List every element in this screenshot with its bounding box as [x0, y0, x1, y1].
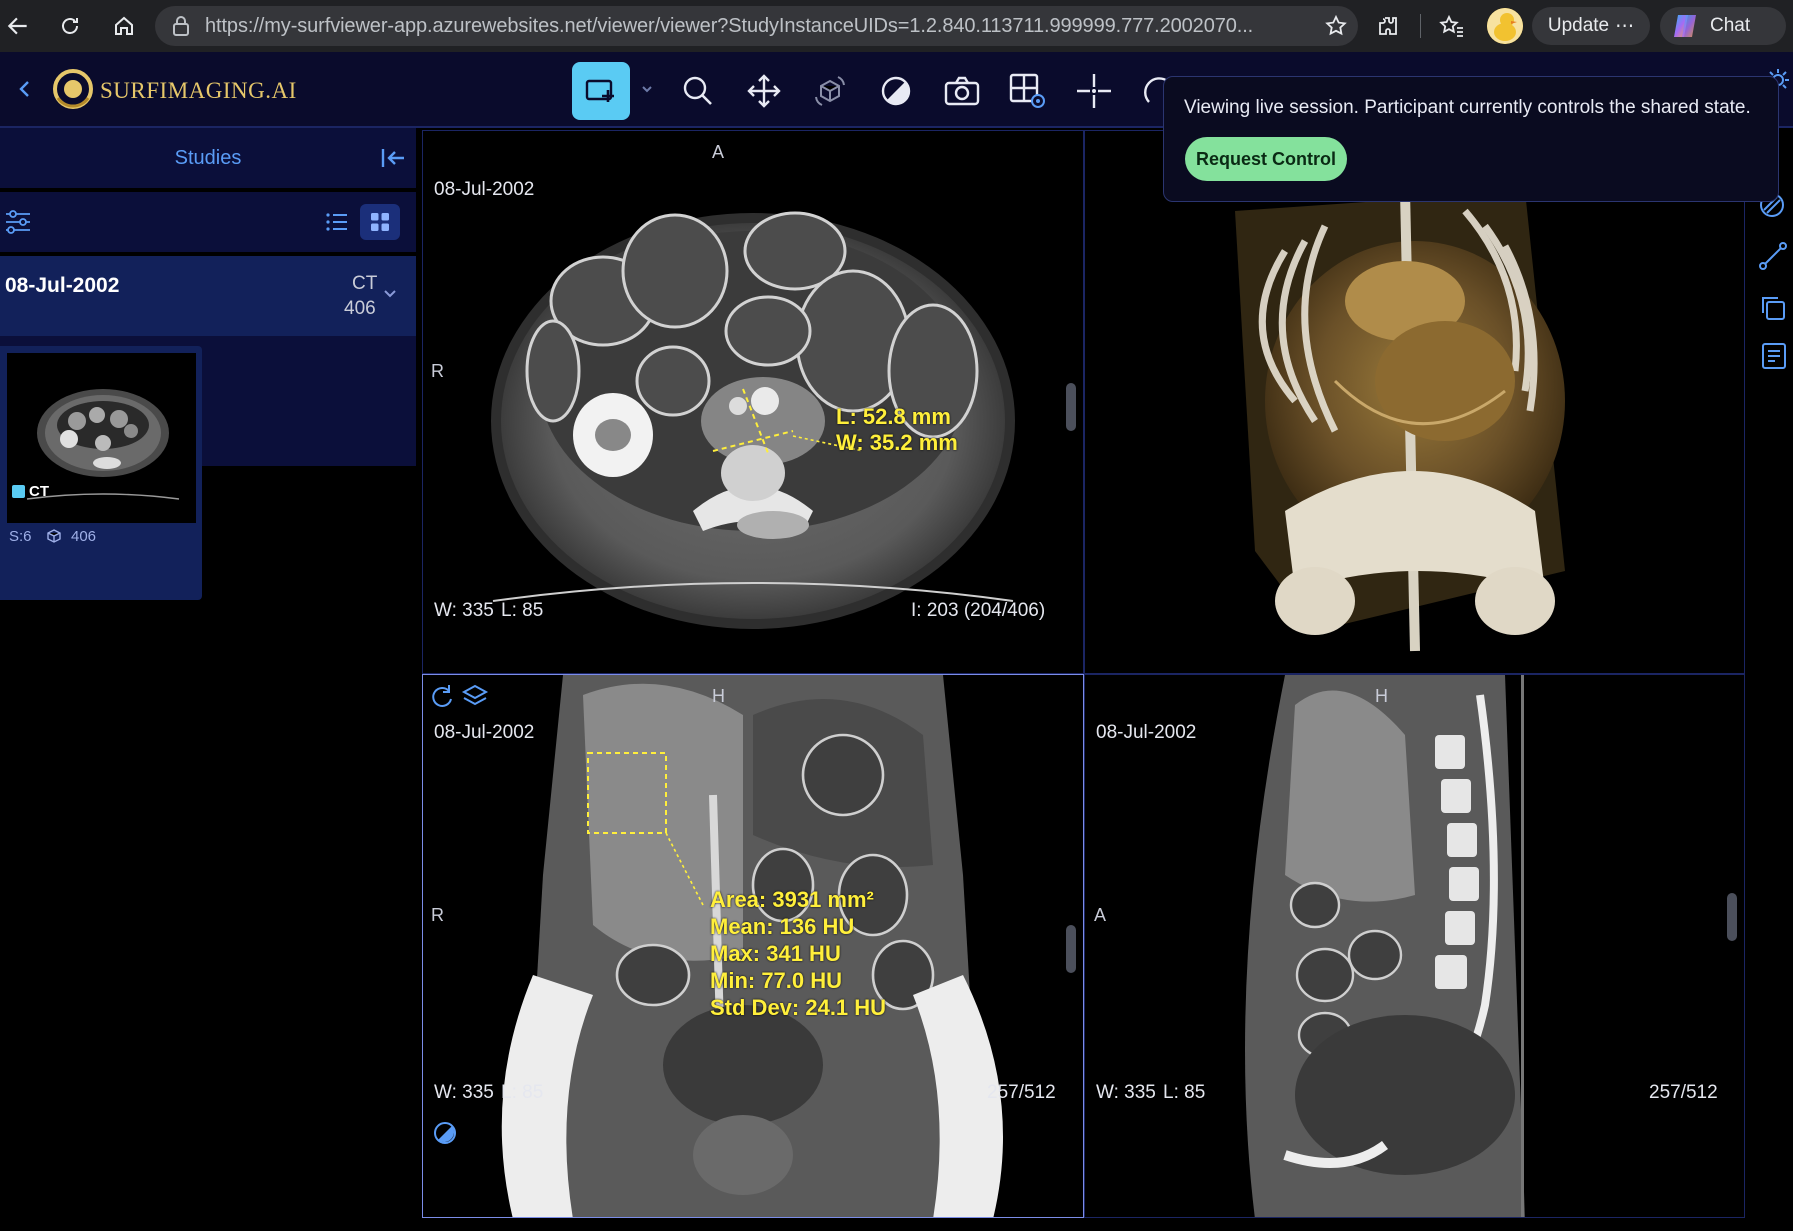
copilot-icon: [1670, 11, 1700, 41]
home-icon[interactable]: [108, 10, 140, 42]
filter-sliders-icon[interactable]: [4, 208, 32, 236]
update-button[interactable]: Update ⋯: [1532, 7, 1650, 45]
axial-length-measurement: L: 52.8 mm: [836, 404, 951, 429]
collapse-panel-icon[interactable]: [380, 146, 406, 170]
toolbar-divider: [1420, 14, 1421, 38]
layers-icon[interactable]: [461, 683, 489, 711]
sync-rotate-icon[interactable]: [429, 683, 457, 711]
chat-button[interactable]: Chat: [1660, 7, 1786, 45]
sagittal-left-orientation: A: [1094, 905, 1107, 925]
studies-header: Studies: [0, 128, 416, 188]
measurement-tool-button[interactable]: [572, 62, 630, 120]
grid-view-icon[interactable]: [360, 204, 400, 240]
studies-title: Studies: [174, 146, 242, 169]
window-level-icon[interactable]: [433, 1121, 457, 1145]
study-date: 08-Jul-2002: [5, 274, 120, 297]
modality-color-swatch: [12, 485, 25, 498]
sagittal-window-level: L: 85: [1163, 1082, 1206, 1103]
browser-toolbar: https://my-surfviewer-app.azurewebsites.…: [0, 0, 1793, 52]
coronal-left-orientation: R: [431, 905, 444, 925]
roi-area: Area: 3931 mm²: [710, 887, 874, 912]
cube-icon: [47, 529, 61, 543]
crosshair-icon[interactable]: [1065, 62, 1123, 120]
pan-tool-button[interactable]: [735, 62, 793, 120]
zoom-tool-button[interactable]: [669, 62, 727, 120]
coronal-slice-index: 257/512: [987, 1082, 1056, 1103]
reload-icon[interactable]: [54, 10, 86, 42]
list-view-icon[interactable]: [318, 204, 356, 240]
series-modality: CT: [29, 483, 49, 500]
favorites-icon[interactable]: [1436, 10, 1468, 42]
right-toolbar: [1747, 128, 1793, 1231]
axial-scrollbar[interactable]: [1066, 383, 1076, 431]
coronal-scrollbar[interactable]: [1066, 925, 1076, 973]
live-session-toast: Viewing live session. Participant curren…: [1163, 76, 1779, 202]
study-row[interactable]: 08-Jul-2002 CT 406: [0, 256, 416, 336]
viewport-grid: A R 08-Jul-2002 L: 52.8 mm W: 35.2 mm W:…: [420, 128, 1747, 1231]
chat-label: Chat: [1710, 15, 1751, 36]
copy-icon[interactable]: [1759, 294, 1787, 322]
line-tool-icon[interactable]: [1759, 242, 1787, 270]
roi-min: Min: 77.0 HU: [710, 968, 843, 993]
series-thumbnail[interactable]: CT: [7, 353, 196, 523]
axial-top-orientation: A: [712, 142, 725, 162]
roi-mean: Mean: 136 HU: [710, 914, 855, 939]
star-icon[interactable]: [1320, 10, 1352, 42]
url-text: https://my-surfviewer-app.azurewebsites.…: [205, 14, 1254, 37]
sagittal-scrollbar[interactable]: [1727, 893, 1737, 941]
sagittal-viewport[interactable]: H A 08-Jul-2002 W: 335 L: 85 257/512: [1084, 674, 1745, 1218]
axial-window-level: L: 85: [501, 600, 544, 621]
extensions-icon[interactable]: [1372, 10, 1404, 42]
layout-settings-icon[interactable]: [999, 62, 1057, 120]
axial-viewport[interactable]: A R 08-Jul-2002 L: 52.8 mm W: 35.2 mm W:…: [422, 130, 1084, 674]
chevron-left-icon[interactable]: [14, 74, 34, 104]
brand-name: SURFIMAGING.AI: [100, 78, 297, 103]
coronal-window-level: L: 85: [501, 1082, 544, 1103]
sagittal-top-orientation: H: [1375, 686, 1388, 706]
live-session-message: Viewing live session. Participant curren…: [1184, 97, 1751, 118]
roi-max: Max: 341 HU: [710, 941, 841, 966]
request-control-button[interactable]: Request Control: [1185, 137, 1347, 181]
coronal-top-orientation: H: [712, 686, 725, 706]
series-instance-count: 406: [71, 528, 97, 545]
coronal-study-date: 08-Jul-2002: [434, 722, 535, 743]
roi-std-dev: Std Dev: 24.1 HU: [710, 995, 887, 1020]
surfimaging-logo-icon: [52, 68, 94, 110]
profile-avatar[interactable]: [1487, 8, 1523, 44]
chevron-down-icon[interactable]: [382, 288, 398, 300]
more-icon: ⋯: [1615, 15, 1635, 37]
sagittal-study-date: 08-Jul-2002: [1096, 722, 1197, 743]
chevron-down-icon[interactable]: [640, 82, 654, 96]
update-label: Update: [1547, 15, 1610, 36]
sagittal-window-width: W: 335: [1096, 1082, 1156, 1103]
camera-icon[interactable]: [933, 62, 991, 120]
volume-render-viewport[interactable]: [1084, 130, 1745, 674]
back-icon[interactable]: [2, 10, 34, 42]
axial-width-measurement: W: 35.2 mm: [836, 430, 958, 455]
study-modality: CT: [352, 273, 378, 294]
coronal-viewport[interactable]: H R 08-Jul-2002 Area: 3931 mm² Mean: 136…: [422, 674, 1084, 1218]
studies-panel: Studies 08-Jul-2002 CT 406 CT S:6 406: [0, 128, 416, 1231]
address-bar[interactable]: https://my-surfviewer-app.azurewebsites.…: [155, 6, 1358, 46]
notes-icon[interactable]: [1759, 340, 1789, 372]
lock-icon[interactable]: [169, 14, 193, 38]
coronal-window-width: W: 335: [434, 1082, 494, 1103]
window-level-tool-button[interactable]: [867, 62, 925, 120]
series-number: S:6: [9, 528, 32, 545]
series-modality-badge: CT: [12, 483, 49, 500]
rotate-3d-tool-button[interactable]: [801, 62, 859, 120]
filter-row: [0, 192, 416, 252]
series-thumbnail-card[interactable]: CT S:6 406: [0, 346, 202, 600]
axial-image-index: I: 203 (204/406): [911, 600, 1046, 621]
axial-left-orientation: R: [431, 361, 444, 381]
study-instance-count: 406: [344, 298, 376, 319]
axial-study-date: 08-Jul-2002: [434, 179, 535, 200]
axial-window-width: W: 335: [434, 600, 494, 621]
sagittal-slice-index: 257/512: [1649, 1082, 1718, 1103]
